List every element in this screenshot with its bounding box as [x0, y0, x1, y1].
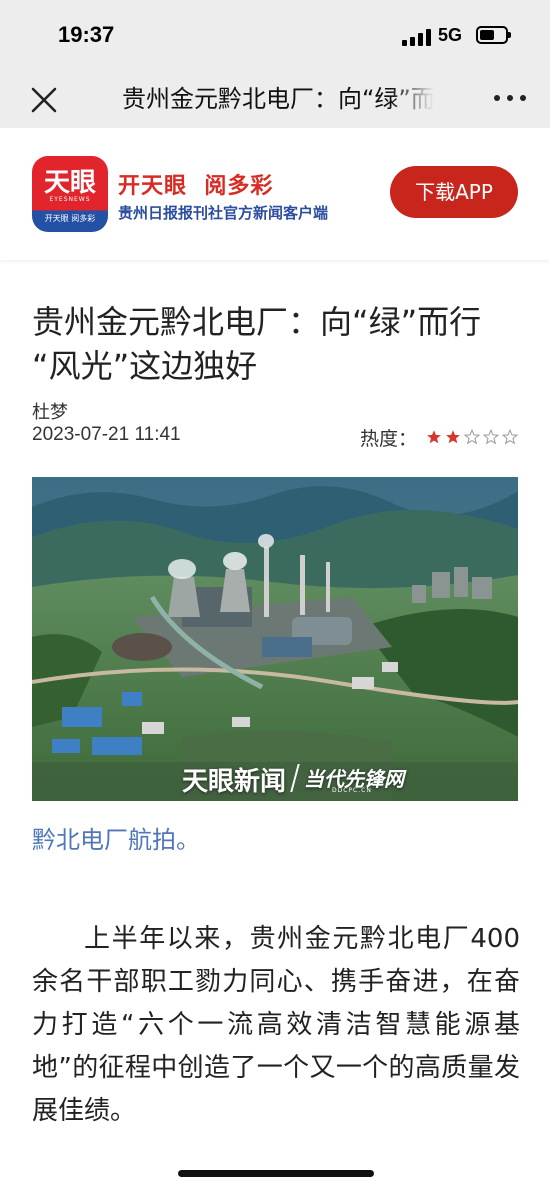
app-description: 贵州日报报刊社官方新闻客户端 — [118, 204, 329, 222]
app-download-banner: 天眼 EYESNEWS 开天眼 阅多彩 开天眼 阅多彩 贵州日报报刊社官方新闻客… — [0, 128, 550, 260]
nav-bar: 贵州金元黔北电厂：向“绿”而行 “风光”这边独好 — [0, 72, 550, 128]
star-empty-icon — [464, 429, 480, 445]
article-date: 2023-07-21 11:41 — [32, 424, 181, 445]
close-icon[interactable] — [28, 84, 60, 116]
star-empty-icon — [483, 429, 499, 445]
status-time: 19:37 — [58, 22, 115, 47]
app-logo[interactable]: 天眼 EYESNEWS 开天眼 阅多彩 — [32, 156, 108, 232]
download-app-button[interactable]: 下载APP — [390, 166, 518, 218]
status-bar: 19:37 5G — [0, 0, 550, 72]
star-empty-icon — [502, 429, 518, 445]
app-slogan: 开天眼 阅多彩 — [118, 174, 274, 199]
star-filled-icon — [446, 430, 460, 444]
star-filled-icon — [427, 430, 441, 444]
more-icon[interactable] — [490, 92, 530, 106]
app-logo-subtext: EYESNEWS — [49, 196, 91, 203]
app-logo-text: 天眼 — [43, 168, 96, 198]
article-photo[interactable]: 天眼新闻 当代先锋网 DDCPC.CN — [32, 477, 518, 801]
signal-icon — [402, 28, 432, 46]
article-title: 贵州金元黔北电厂：向“绿”而行 “风光”这边独好 — [32, 303, 482, 385]
photo-watermark-tianyan: 天眼新闻 — [182, 767, 287, 797]
photo-caption: 黔北电厂航拍。 — [32, 826, 200, 854]
heat-label: 热度： — [360, 428, 418, 450]
heat-rating — [426, 429, 520, 445]
nav-title: 贵州金元黔北电厂：向“绿”而行 “风光”这边独好 — [122, 85, 434, 113]
article-body: 上半年以来，贵州金元黔北电厂400余名干部职工勠力同心、携手奋进，在奋力打造“六… — [32, 924, 520, 1126]
app-logo-foot: 开天眼 阅多彩 — [44, 214, 96, 223]
article-author[interactable]: 杜梦 — [32, 398, 68, 424]
network-label: 5G — [438, 25, 463, 45]
home-indicator[interactable] — [178, 1170, 374, 1177]
photo-watermark-domain: DDCPC.CN — [332, 787, 372, 794]
battery-icon — [476, 26, 511, 44]
power-plant-aerial-image — [32, 477, 518, 801]
